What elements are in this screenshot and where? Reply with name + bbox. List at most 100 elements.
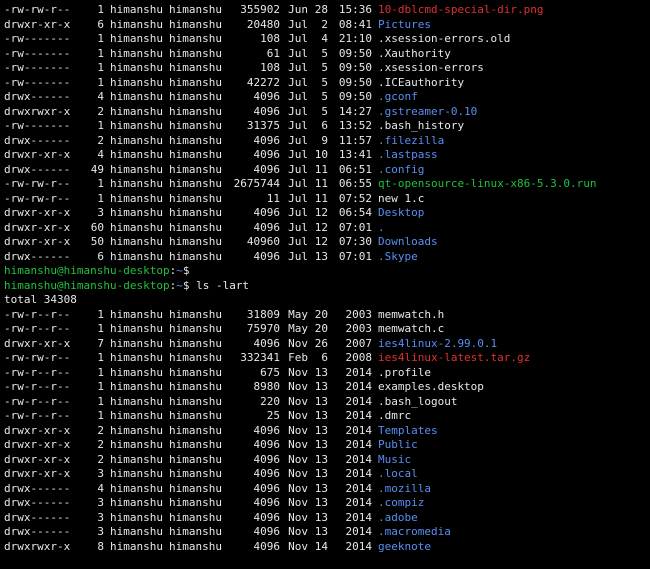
prompt-line-cmd[interactable]: himanshu@himanshu-desktop:~$ ls -lart [4,279,646,294]
file-name: .local [378,467,418,482]
file-group: himanshu [169,482,222,497]
ls-row: drwxr-xr-x2 himanshu himanshu4096Nov1320… [4,438,646,453]
ls-row: drwx------6 himanshu himanshu4096Jul1307… [4,250,646,265]
file-owner: himanshu [110,18,163,33]
file-day: 26 [308,337,328,352]
file-group: himanshu [169,438,222,453]
file-name: .xsession-errors [378,61,484,76]
file-name: .xsession-errors.old [378,32,510,47]
file-permissions: -rw-r--r-- [4,366,82,381]
ls-row: drwx------2 himanshu himanshu4096Jul911:… [4,134,646,149]
file-size: 108 [222,32,280,47]
file-day: 13 [308,424,328,439]
file-group: himanshu [169,177,222,192]
file-month: Jul [280,32,308,47]
file-day: 9 [308,134,328,149]
file-links: 2 [82,424,104,439]
file-day: 5 [308,61,328,76]
ls-row: drwxr-xr-x4 himanshu himanshu4096Jul1013… [4,148,646,163]
file-links: 1 [82,32,104,47]
file-links: 50 [82,235,104,250]
file-size: 4096 [222,221,280,236]
file-permissions: drwx------ [4,134,82,149]
file-permissions: drwx------ [4,482,82,497]
file-month: Jul [280,235,308,250]
file-name: Downloads [378,235,438,250]
file-month: Nov [280,511,308,526]
file-time: 13:52 [328,119,372,134]
file-name: new 1.c [378,192,424,207]
file-owner: himanshu [110,250,163,265]
file-name: .bash_logout [378,395,457,410]
file-size: 4096 [222,511,280,526]
file-permissions: -rw-rw-r-- [4,351,82,366]
ls-row: drwxr-xr-x60 himanshu himanshu4096Jul120… [4,221,646,236]
file-day: 13 [308,453,328,468]
file-day: 5 [308,47,328,62]
file-month: Jul [280,206,308,221]
file-permissions: drwxrwxr-x [4,105,82,120]
file-links: 1 [82,380,104,395]
file-time: 2014 [328,467,372,482]
file-links: 8 [82,540,104,555]
file-month: Nov [280,380,308,395]
file-size: 332341 [222,351,280,366]
file-time: 2003 [328,308,372,323]
file-links: 49 [82,163,104,178]
ls-row: -rw-r--r--1 himanshu himanshu220Nov13201… [4,395,646,410]
file-month: Jul [280,221,308,236]
file-group: himanshu [169,119,222,134]
command-text: ls -lart [196,279,249,292]
file-month: Jul [280,148,308,163]
file-links: 1 [82,351,104,366]
ls-row: drwxr-xr-x3 himanshu himanshu4096Jul1206… [4,206,646,221]
file-links: 7 [82,337,104,352]
file-month: Jul [280,250,308,265]
file-size: 4096 [222,496,280,511]
ls-row: drwx------49 himanshu himanshu4096Jul110… [4,163,646,178]
file-group: himanshu [169,395,222,410]
file-name: ies4linux-latest.tar.gz [378,351,530,366]
file-name: Templates [378,424,438,439]
file-owner: himanshu [110,496,163,511]
file-month: Nov [280,496,308,511]
file-permissions: drwxr-xr-x [4,148,82,163]
file-name: Desktop [378,206,424,221]
file-size: 4096 [222,438,280,453]
file-time: 2008 [328,351,372,366]
file-group: himanshu [169,90,222,105]
file-permissions: drwxr-xr-x [4,467,82,482]
file-day: 13 [308,511,328,526]
ls-row: -rw-r--r--1 himanshu himanshu31809May202… [4,308,646,323]
file-day: 6 [308,119,328,134]
file-owner: himanshu [110,3,163,18]
ls-row: drwx------3 himanshu himanshu4096Nov1320… [4,496,646,511]
file-owner: himanshu [110,235,163,250]
prompt-line-empty[interactable]: himanshu@himanshu-desktop:~$ [4,264,646,279]
file-group: himanshu [169,540,222,555]
file-permissions: drwx------ [4,250,82,265]
file-month: May [280,322,308,337]
file-owner: himanshu [110,119,163,134]
file-size: 4096 [222,467,280,482]
file-time: 2014 [328,511,372,526]
file-group: himanshu [169,134,222,149]
file-links: 1 [82,366,104,381]
ls-row: -rw-------1 himanshu himanshu31375Jul613… [4,119,646,134]
file-links: 4 [82,148,104,163]
file-size: 4096 [222,250,280,265]
file-day: 10 [308,148,328,163]
terminal-output[interactable]: -rw-rw-r--1 himanshu himanshu355902Jun28… [4,3,646,554]
file-name: .adobe [378,511,418,526]
file-size: 75970 [222,322,280,337]
file-owner: himanshu [110,337,163,352]
file-day: 13 [308,380,328,395]
file-month: May [280,308,308,323]
prompt-user-host: himanshu@himanshu-desktop [4,279,170,292]
file-links: 2 [82,105,104,120]
file-links: 60 [82,221,104,236]
file-name: geeknote [378,540,431,555]
file-size: 31809 [222,308,280,323]
file-time: 07:52 [328,192,372,207]
ls-row: -rw-r--r--1 himanshu himanshu75970May202… [4,322,646,337]
